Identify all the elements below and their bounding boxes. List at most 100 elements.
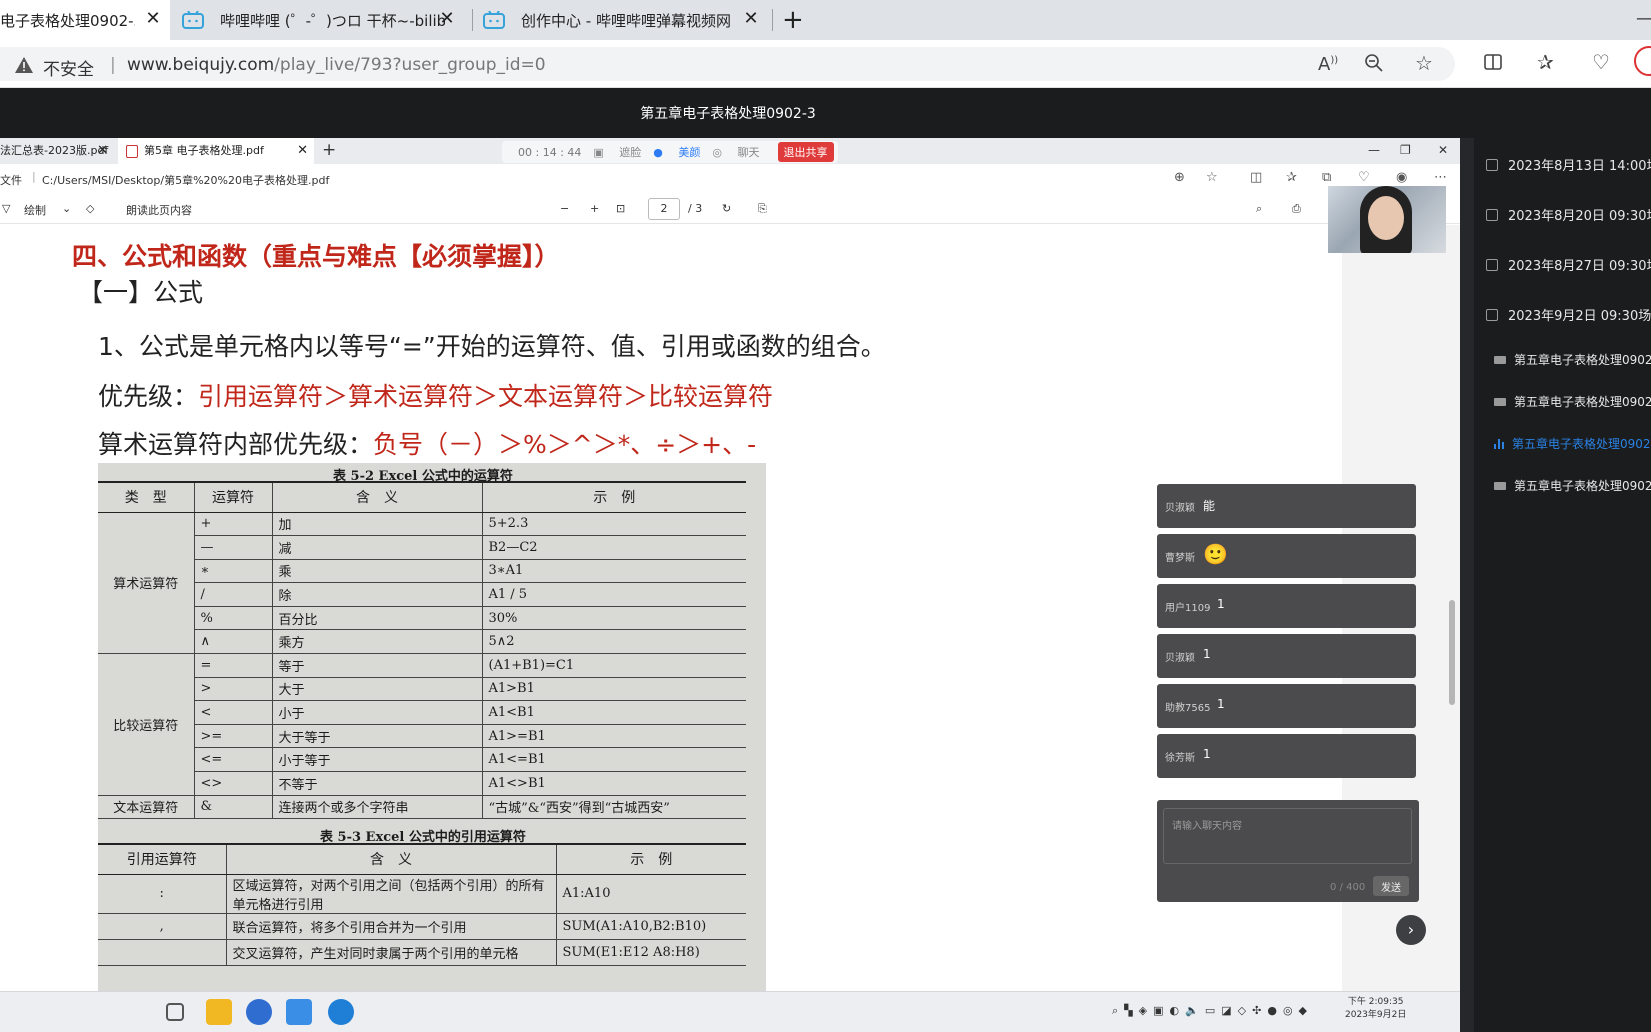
draw-icon[interactable]: ▽ xyxy=(2,202,10,215)
pdf-tab-active[interactable]: 第5章 电子表格处理.pdf ✕ xyxy=(118,138,314,164)
browser-tab-current[interactable]: 电子表格处理0902-3 ✕ xyxy=(0,0,170,40)
table-cell: 不等于 xyxy=(272,771,483,796)
draw-button[interactable]: 绘制 xyxy=(24,202,46,218)
face-mask-button[interactable]: ▣ 遮脸 xyxy=(593,144,641,160)
warning-icon[interactable] xyxy=(14,56,34,78)
file-explorer-icon[interactable] xyxy=(206,999,232,1025)
rotate-icon[interactable]: ↻ xyxy=(722,202,731,215)
send-button[interactable]: 发送 xyxy=(1373,876,1409,896)
tray-icon[interactable]: ▚ xyxy=(1124,1004,1132,1018)
app-icon[interactable] xyxy=(246,999,272,1025)
table-cell: 乘 xyxy=(272,559,483,584)
url-text[interactable]: www.beiqujy.com/play_live/793?user_group… xyxy=(127,55,546,75)
security-label[interactable]: 不安全 xyxy=(43,55,94,80)
favorite-star-icon[interactable]: ☆ xyxy=(1415,51,1433,75)
page-number-input[interactable]: 2 xyxy=(648,198,680,220)
operator-table: 类 型 运算符 含 义 示 例 算术运算符 + 加 5+2.3— 减 B2—C2 ∗ 乘 3∗A… xyxy=(98,481,746,820)
chevron-down-icon[interactable]: ⌄ xyxy=(62,202,71,215)
video-item-active[interactable]: 第五章电子表格处理0902-3 xyxy=(1494,435,1651,452)
read-aloud-button[interactable]: 朗读此页内容 xyxy=(126,202,192,218)
chat-char-count: 0 / 400 xyxy=(1330,882,1366,893)
beauty-button[interactable]: ● 美颜 xyxy=(653,144,700,160)
profile-icon[interactable]: ◉ xyxy=(1396,170,1407,185)
window-minimize-icon[interactable]: — xyxy=(1368,143,1380,157)
chat-input[interactable] xyxy=(1163,808,1412,864)
url-field[interactable]: 不安全 | www.beiqujy.com/play_live/793?user… xyxy=(0,47,1455,81)
new-tab-button[interactable]: + xyxy=(782,5,804,35)
session-item[interactable]: 2023年8月20日 09:30场 xyxy=(1486,205,1651,224)
close-icon[interactable]: ✕ xyxy=(742,10,760,28)
search-icon[interactable]: ⌕ xyxy=(1256,202,1262,216)
tray-icon[interactable]: ◆ xyxy=(1299,1004,1307,1018)
new-tab-button[interactable]: + xyxy=(322,140,336,160)
tray-icon[interactable]: ✣ xyxy=(1252,1004,1261,1018)
essentials-icon[interactable]: ♡ xyxy=(1358,170,1370,185)
tray-icon[interactable]: ◪ xyxy=(1221,1004,1231,1018)
tab-title: 哔哩哔哩 (゜-゜)つロ 干杯~-bilib xyxy=(220,11,445,30)
tray-icon[interactable]: ◇ xyxy=(1238,1004,1246,1018)
video-item[interactable]: 第五章电子表格处理0902-4 xyxy=(1494,477,1651,494)
volume-icon[interactable]: 🔈 xyxy=(1185,1004,1199,1018)
close-icon[interactable]: ✕ xyxy=(144,10,162,28)
fit-page-icon[interactable]: ⊡ xyxy=(616,202,625,215)
tray-icon[interactable]: ◈ xyxy=(1139,1004,1147,1018)
profile-icon[interactable] xyxy=(1634,46,1651,76)
chat-toggle-button[interactable]: ◎ 聊天 xyxy=(712,144,759,160)
browser-tab-bilibili[interactable]: 哔哩哔哩 (゜-゜)つロ 干杯~-bilib ✕ xyxy=(182,0,464,40)
session-item[interactable]: 2023年8月27日 09:30场 xyxy=(1486,255,1651,274)
favorites-icon[interactable]: ✰ xyxy=(1537,50,1554,74)
favorite-star-icon[interactable]: ☆ xyxy=(1206,170,1218,185)
chevron-right-icon[interactable]: › xyxy=(1396,915,1426,945)
page-view-icon[interactable]: ⎘ xyxy=(758,202,767,216)
col-header: 含 义 xyxy=(272,481,483,513)
close-icon[interactable]: ✕ xyxy=(438,10,456,28)
video-item[interactable]: 第五章电子表格处理0902-2 xyxy=(1494,393,1651,410)
col-header: 类 型 xyxy=(98,481,195,513)
zoom-in-button[interactable]: + xyxy=(590,202,599,215)
eraser-icon[interactable]: ◇ xyxy=(86,202,94,215)
tray-icon[interactable]: ◐ xyxy=(1170,1004,1180,1018)
minimize-icon[interactable]: — xyxy=(1636,8,1651,29)
browser-essentials-icon[interactable]: ♡ xyxy=(1592,50,1610,74)
network-icon[interactable]: ▭ xyxy=(1205,1004,1215,1018)
zoom-out-button[interactable]: − xyxy=(560,202,569,215)
video-item[interactable]: 第五章电子表格处理0902-1 xyxy=(1494,351,1651,368)
pdf-tab-title: 法汇总表-2023版.pdf xyxy=(0,144,109,157)
session-item[interactable]: 2023年8月13日 14:00场 xyxy=(1486,155,1651,174)
window-restore-icon[interactable]: ❐ xyxy=(1400,143,1411,157)
tray-icon[interactable]: ▣ xyxy=(1153,1004,1163,1018)
zoom-icon[interactable]: ⊕ xyxy=(1174,170,1185,185)
favorites-icon[interactable]: ✰ xyxy=(1286,170,1297,185)
app-icon[interactable] xyxy=(286,999,312,1025)
more-icon[interactable]: ⋯ xyxy=(1434,170,1447,185)
read-aloud-icon[interactable]: A)) xyxy=(1318,54,1338,75)
pdf-tab-title: 第5章 电子表格处理.pdf xyxy=(144,144,264,157)
close-icon[interactable]: ✕ xyxy=(297,138,308,164)
split-screen-icon[interactable] xyxy=(1483,52,1503,77)
tray-icon[interactable]: ⌕ xyxy=(1112,1004,1118,1018)
microphone-icon[interactable]: ● xyxy=(1267,1004,1277,1018)
table-cell: 比较运算符 xyxy=(98,653,195,796)
browser-tab-creator[interactable]: 创作中心 - 哔哩哔哩弹幕视频网 ✕ xyxy=(483,0,768,40)
table-row: 文本运算符 & 连接两个或多个字符串 “古城”&“西安”得到“古城西安” xyxy=(98,795,746,820)
session-item[interactable]: 2023年9月2日 09:30场次 xyxy=(1486,305,1651,324)
tray-icon[interactable]: ◎ xyxy=(1283,1004,1293,1018)
print-icon[interactable]: ⎙ xyxy=(1292,202,1301,216)
zoom-out-icon[interactable] xyxy=(1364,53,1384,78)
url-host: www.beiqujy.com xyxy=(127,55,275,75)
file-path[interactable]: C:/Users/MSI/Desktop/第5章%20%20电子表格处理.pdf xyxy=(42,172,329,188)
webcam-face xyxy=(1368,196,1404,240)
window-close-icon[interactable]: ✕ xyxy=(1438,143,1448,157)
exit-share-button[interactable]: 退出共享 xyxy=(777,142,834,162)
chat-scrollbar[interactable] xyxy=(1449,600,1455,705)
chat-username: 助教7565 xyxy=(1165,703,1211,714)
table-cell: 算术运算符 xyxy=(98,512,195,655)
taskbar-clock[interactable]: 下午 2:09:35 2023年9月2日 xyxy=(1345,996,1406,1022)
pdf-tab[interactable]: 法汇总表-2023版.pdf ✕ xyxy=(0,138,114,164)
task-view-icon[interactable] xyxy=(166,1003,184,1021)
edge-icon[interactable] xyxy=(328,999,354,1025)
split-screen-icon[interactable]: ◫ xyxy=(1250,170,1262,185)
chat-username: 贝淑颖 xyxy=(1165,503,1195,514)
close-icon[interactable]: ✕ xyxy=(97,138,108,164)
collections-icon[interactable]: ⧉ xyxy=(1322,170,1331,185)
